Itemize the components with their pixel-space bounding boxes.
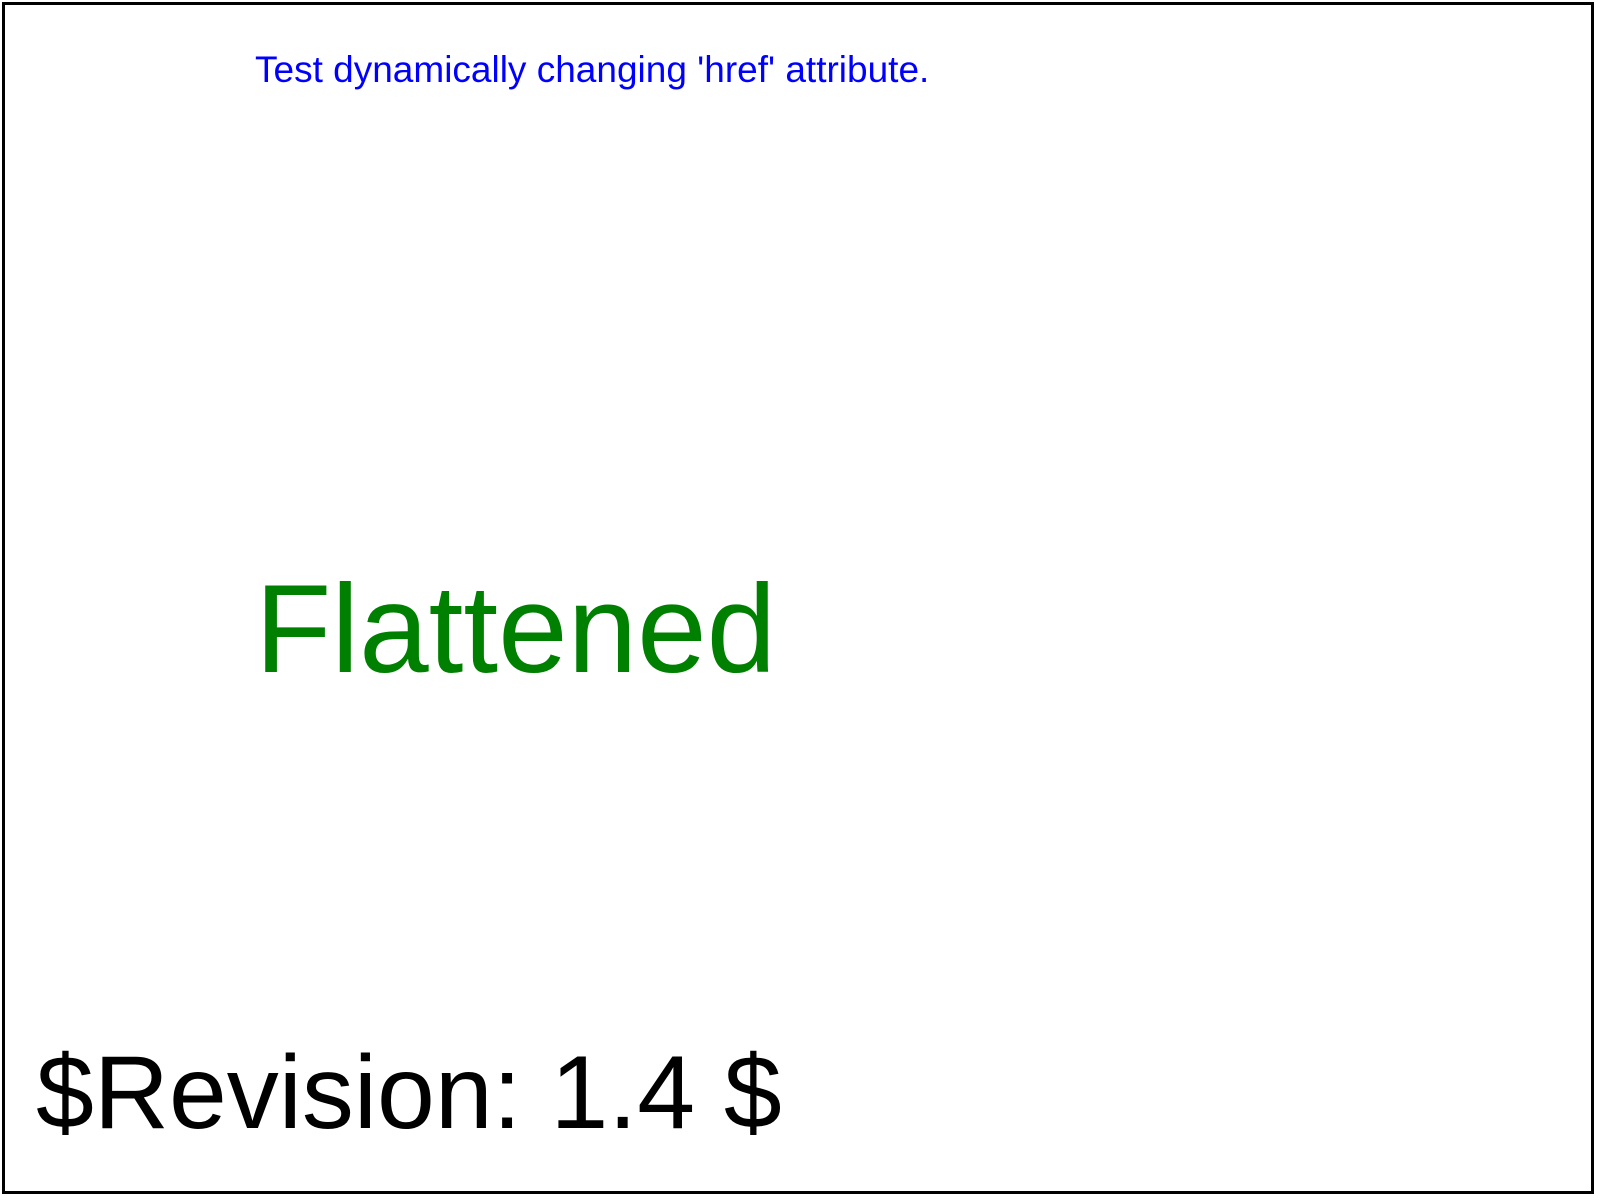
test-result-label: Flattened — [255, 560, 777, 699]
revision-label: $Revision: 1.4 $ — [36, 1035, 782, 1151]
test-description: Test dynamically changing 'href' attribu… — [255, 49, 930, 90]
test-frame: Test dynamically changing 'href' attribu… — [2, 2, 1594, 1194]
